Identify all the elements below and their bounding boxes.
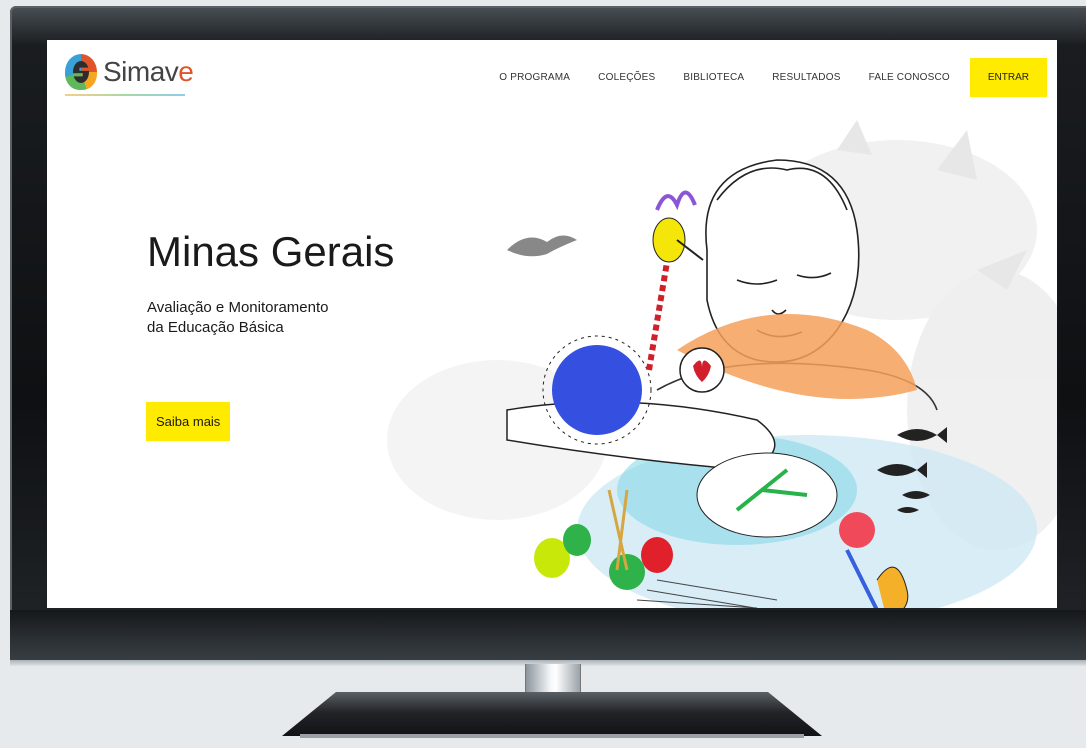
saiba-mais-button[interactable]: Saiba mais — [146, 402, 231, 441]
entrar-button[interactable]: ENTRAR — [969, 58, 1047, 97]
blue-scribble — [552, 345, 642, 435]
hero-subtitle: Avaliação e Monitoramento da Educação Bá… — [147, 298, 387, 339]
hero-illustration — [387, 120, 1057, 608]
simave-logo[interactable]: Simave — [65, 54, 194, 90]
hero-subtitle-line1: Avaliação e Monitoramento — [147, 299, 329, 316]
plate-doodle — [696, 452, 838, 538]
website-screen: Simave O PROGRAMA COLEÇÕES BIBLIOTECA RE… — [47, 40, 1057, 608]
nav-item-fale-conosco[interactable]: FALE CONOSCO — [869, 72, 950, 83]
logo-text-accent: e — [178, 56, 194, 87]
monitor-chin — [10, 610, 1086, 666]
nav-item-resultados[interactable]: RESULTADOS — [772, 72, 840, 83]
site-header: Simave O PROGRAMA COLEÇÕES BIBLIOTECA RE… — [47, 40, 1057, 108]
logo-text: Simave — [103, 56, 194, 88]
nav-item-colecoes[interactable]: COLEÇÕES — [598, 72, 655, 83]
simave-logo-icon — [65, 54, 97, 90]
hero-subtitle-line2: da Educação Básica — [147, 319, 284, 337]
nav-item-o-programa[interactable]: O PROGRAMA — [499, 72, 570, 83]
nav-item-biblioteca[interactable]: BIBLIOTECA — [683, 72, 744, 83]
logo-underline — [65, 94, 185, 96]
bird-doodle — [507, 235, 577, 257]
main-nav: O PROGRAMA COLEÇÕES BIBLIOTECA RESULTADO… — [471, 58, 1047, 97]
monitor-stand-highlight — [300, 734, 804, 738]
logo-text-main: Simav — [103, 56, 179, 87]
hero-title: Minas Gerais — [147, 228, 395, 275]
